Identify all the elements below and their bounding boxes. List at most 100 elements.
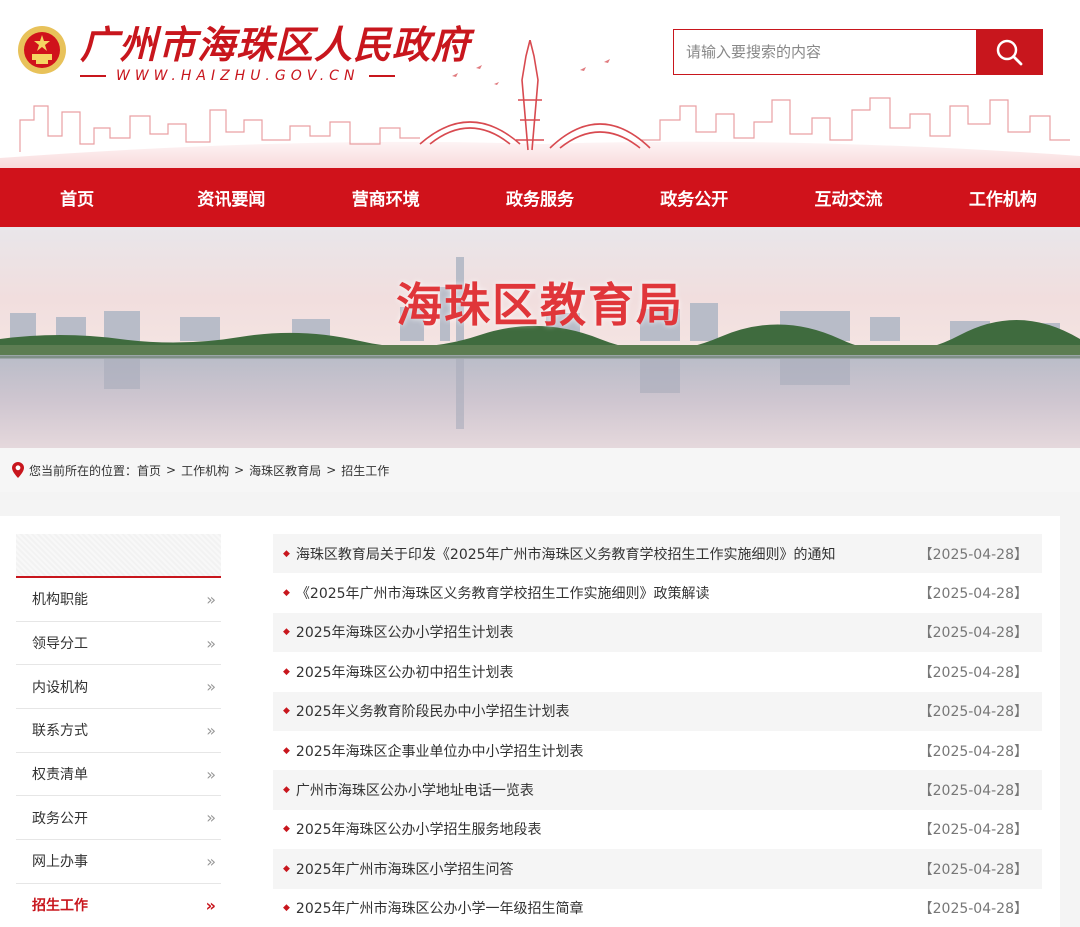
article-title-text: 2025年义务教育阶段民办中小学招生计划表 [295, 704, 570, 721]
article-date: 【2025-04-28】 [918, 901, 1028, 918]
breadcrumb-education-bureau[interactable]: 海珠区教育局 [249, 462, 321, 479]
double-chevron-right-icon: » [206, 764, 216, 784]
sidebar-item-label: 机构职能 [32, 592, 88, 609]
sidebar-item-public-affairs[interactable]: 政务公开 » [16, 796, 221, 841]
search-icon [996, 39, 1023, 66]
list-item[interactable]: ◆ 《2025年广州市海珠区义务教育学校招生工作实施细则》政策解读 【2025-0… [273, 573, 1042, 612]
article-date: 【2025-04-28】 [918, 743, 1028, 760]
search-box [673, 29, 1043, 75]
double-chevron-right-icon: » [206, 720, 216, 740]
double-chevron-right-icon: » [206, 589, 216, 609]
site-title: 广州市海珠区人民政府 [80, 22, 471, 67]
list-item[interactable]: ◆ 2025年海珠区企事业单位办中小学招生计划表 【2025-04-28】 [273, 731, 1042, 770]
article-title-text: 2025年广州市海珠区小学招生问答 [295, 861, 514, 878]
article-title-text: 2025年海珠区公办小学招生计划表 [295, 625, 514, 642]
diamond-bullet-icon: ◆ [283, 627, 290, 638]
article-date: 【2025-04-28】 [918, 704, 1028, 721]
list-item[interactable]: ◆ 2025年广州市海珠区公办小学一年级招生简章 【2025-04-28】 [273, 889, 1042, 927]
nav-item-agencies[interactable]: 工作机构 [926, 168, 1080, 227]
nav-item-business[interactable]: 营商环境 [309, 168, 463, 227]
list-item[interactable]: ◆ 广州市海珠区公办小学地址电话一览表 【2025-04-28】 [273, 770, 1042, 810]
breadcrumb-enrollment[interactable]: 招生工作 [341, 462, 389, 479]
list-item[interactable]: ◆ 2025年广州市海珠区小学招生问答 【2025-04-28】 [273, 849, 1042, 889]
search-button[interactable] [976, 30, 1042, 74]
site-url: WWW.HAIZHU.GOV.CN [80, 68, 420, 84]
sidebar-item-enrollment[interactable]: 招生工作 » [16, 884, 221, 927]
sidebar-item-functions[interactable]: 机构职能 » [16, 578, 221, 622]
list-item[interactable]: ◆ 2025年义务教育阶段民办中小学招生计划表 【2025-04-28】 [273, 691, 1042, 731]
diamond-bullet-icon: ◆ [283, 666, 290, 677]
sidebar-item-authority-list[interactable]: 权责清单 » [16, 753, 221, 797]
sidebar-item-label: 政务公开 [32, 810, 88, 827]
list-item[interactable]: ◆ 海珠区教育局关于印发《2025年广州市海珠区义务教育学校招生工作实施细则》的通… [273, 534, 1042, 574]
sidebar-item-contact[interactable]: 联系方式 » [16, 709, 221, 753]
double-chevron-right-icon: » [206, 677, 216, 697]
sidebar-item-leadership[interactable]: 领导分工 » [16, 622, 221, 666]
site-header: 广州市海珠区人民政府 WWW.HAIZHU.GOV.CN [0, 0, 1080, 168]
diamond-bullet-icon: ◆ [283, 824, 290, 835]
article-title[interactable]: ◆ 2025年义务教育阶段民办中小学招生计划表 [283, 701, 570, 721]
sidebar-item-label: 招生工作 [32, 898, 88, 915]
diamond-bullet-icon: ◆ [283, 588, 290, 599]
breadcrumb-home[interactable]: 首页 [137, 462, 161, 479]
double-chevron-right-icon: » [206, 633, 216, 653]
main-nav: 首页 资讯要闻 营商环境 政务服务 政务公开 互动交流 工作机构 [0, 168, 1080, 227]
article-title[interactable]: ◆ 2025年海珠区公办小学招生计划表 [283, 622, 514, 642]
url-dash-left [80, 75, 106, 77]
breadcrumb: 您当前所在的位置： 首页 > 工作机构 > 海珠区教育局 > 招生工作 [0, 448, 1080, 492]
article-title[interactable]: ◆ 2025年海珠区公办初中招生计划表 [283, 662, 514, 682]
article-title[interactable]: ◆ 广州市海珠区公办小学地址电话一览表 [283, 780, 534, 800]
list-item[interactable]: ◆ 2025年海珠区公办初中招生计划表 【2025-04-28】 [273, 652, 1042, 691]
article-title[interactable]: ◆ 2025年广州市海珠区小学招生问答 [283, 859, 514, 879]
nav-item-interaction[interactable]: 互动交流 [771, 168, 925, 227]
search-input[interactable] [674, 30, 976, 74]
sidebar-item-label: 内设机构 [32, 679, 88, 696]
breadcrumb-separator: > [234, 463, 245, 477]
article-title-text: 海珠区教育局关于印发《2025年广州市海珠区义务教育学校招生工作实施细则》的通知 [295, 546, 836, 563]
national-emblem-icon [18, 26, 66, 74]
article-date: 【2025-04-28】 [918, 822, 1028, 839]
nav-item-public-affairs[interactable]: 政务公开 [617, 168, 771, 227]
article-title-text: 2025年海珠区企事业单位办中小学招生计划表 [295, 743, 584, 760]
article-date: 【2025-04-28】 [918, 861, 1028, 878]
article-title-text: 2025年广州市海珠区公办小学一年级招生简章 [295, 901, 584, 918]
diamond-bullet-icon: ◆ [283, 903, 290, 914]
page-root: 广州市海珠区人民政府 WWW.HAIZHU.GOV.CN 首页 资讯要闻 营商环… [0, 0, 1080, 927]
article-date: 【2025-04-28】 [918, 783, 1028, 800]
article-title[interactable]: ◆ 海珠区教育局关于印发《2025年广州市海珠区义务教育学校招生工作实施细则》的通… [283, 544, 836, 564]
article-list: ◆ 海珠区教育局关于印发《2025年广州市海珠区义务教育学校招生工作实施细则》的通… [273, 534, 1042, 927]
url-dash-right [369, 75, 396, 77]
list-item[interactable]: ◆ 2025年海珠区公办小学招生服务地段表 【2025-04-28】 [273, 810, 1042, 849]
diamond-bullet-icon: ◆ [283, 548, 290, 559]
sidebar: 机构职能 » 领导分工 » 内设机构 » 联系方式 » 权责清单 » 政务公开 … [16, 534, 221, 927]
double-chevron-right-icon: » [205, 895, 216, 915]
nav-item-home[interactable]: 首页 [0, 168, 154, 227]
double-chevron-right-icon: » [206, 851, 216, 871]
sidebar-item-label: 权责清单 [32, 767, 88, 784]
breadcrumb-separator: > [166, 463, 177, 477]
nav-item-services[interactable]: 政务服务 [463, 168, 617, 227]
sidebar-item-departments[interactable]: 内设机构 » [16, 665, 221, 710]
breadcrumb-agencies[interactable]: 工作机构 [181, 462, 229, 479]
double-chevron-right-icon: » [206, 808, 216, 828]
article-title-text: 2025年海珠区公办初中招生计划表 [295, 664, 514, 681]
article-title-text: 《2025年广州市海珠区义务教育学校招生工作实施细则》政策解读 [295, 586, 710, 603]
article-title[interactable]: ◆ 2025年海珠区企事业单位办中小学招生计划表 [283, 741, 584, 761]
list-item[interactable]: ◆ 2025年海珠区公办小学招生计划表 【2025-04-28】 [273, 612, 1042, 653]
sidebar-item-label: 领导分工 [32, 636, 88, 653]
sidebar-item-label: 网上办事 [32, 854, 88, 871]
banner-photo [0, 227, 1080, 448]
banner-title: 海珠区教育局 [396, 278, 684, 332]
sidebar-item-online-services[interactable]: 网上办事 » [16, 840, 221, 884]
article-title[interactable]: ◆ 2025年海珠区公办小学招生服务地段表 [283, 819, 542, 839]
site-url-text: WWW.HAIZHU.GOV.CN [116, 68, 360, 84]
article-title[interactable]: ◆ 《2025年广州市海珠区义务教育学校招生工作实施细则》政策解读 [283, 583, 710, 603]
article-title-text: 广州市海珠区公办小学地址电话一览表 [295, 783, 534, 800]
article-title[interactable]: ◆ 2025年广州市海珠区公办小学一年级招生简章 [283, 898, 584, 918]
diamond-bullet-icon: ◆ [283, 863, 290, 874]
nav-item-news[interactable]: 资讯要闻 [154, 168, 308, 227]
location-pin-icon [12, 462, 24, 478]
sidebar-header [16, 534, 221, 578]
diamond-bullet-icon: ◆ [283, 785, 290, 796]
article-date: 【2025-04-28】 [918, 625, 1028, 642]
